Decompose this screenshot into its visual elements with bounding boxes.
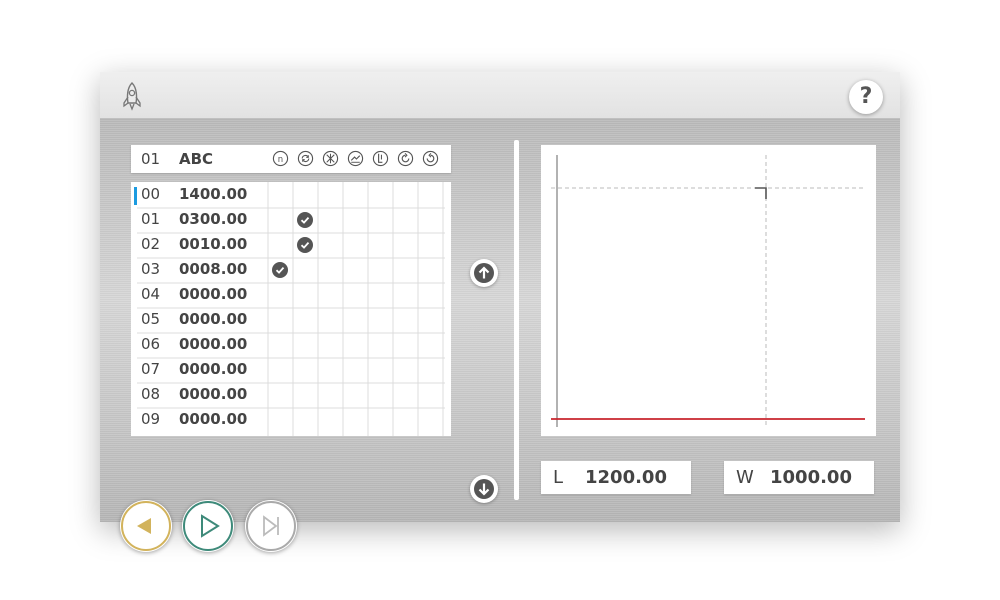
table-row[interactable]: 08 0000.00 <box>131 382 451 407</box>
table-row[interactable]: 02 0010.00 <box>131 232 451 257</box>
top-bar: ? <box>100 72 900 118</box>
table-row[interactable]: 00 1400.00 <box>131 182 451 207</box>
program-number: 01 <box>141 150 161 168</box>
cross-icon[interactable] <box>322 150 339 167</box>
bend-icon[interactable] <box>347 150 364 167</box>
step-table: 00 1400.00 01 0300.00 02 0010.00 03 0008… <box>131 182 451 436</box>
table-row[interactable]: 01 0300.00 <box>131 207 451 232</box>
rotate-icon[interactable] <box>297 150 314 167</box>
program-name: ABC <box>179 150 214 168</box>
step-forward-icon <box>246 501 296 551</box>
check-icon[interactable] <box>297 212 313 228</box>
back-icon <box>121 501 171 551</box>
table-row[interactable]: 03 0008.00 <box>131 257 451 282</box>
clamp-icon[interactable] <box>372 150 389 167</box>
step-value[interactable]: 0000.00 <box>179 335 247 353</box>
step-value[interactable]: 1400.00 <box>179 185 247 203</box>
arrow-down-icon <box>474 479 494 499</box>
step-id: 01 <box>141 210 161 228</box>
length-label: L <box>553 467 564 488</box>
step-id: 06 <box>141 335 161 353</box>
preview-canvas <box>541 145 876 436</box>
counterclockwise-icon[interactable] <box>422 150 439 167</box>
check-icon[interactable] <box>272 262 288 278</box>
selection-indicator <box>134 187 137 205</box>
length-field[interactable]: L 1200.00 <box>541 461 691 494</box>
rocket-icon[interactable] <box>120 81 144 115</box>
table-row[interactable]: 04 0000.00 <box>131 282 451 307</box>
table-row[interactable]: 05 0000.00 <box>131 307 451 332</box>
step-id: 09 <box>141 410 161 428</box>
preview-drawing <box>551 155 865 427</box>
step-value[interactable]: 0008.00 <box>179 260 247 278</box>
step-value[interactable]: 0000.00 <box>179 310 247 328</box>
step-value[interactable]: 0000.00 <box>179 360 247 378</box>
step-id: 03 <box>141 260 161 278</box>
step-value[interactable]: 0000.00 <box>179 410 247 428</box>
width-value[interactable]: 1000.00 <box>770 467 852 488</box>
play-icon <box>183 501 233 551</box>
main-area: 01 ABC n 00 1400.00 01 0300.00 02 0010.0… <box>100 118 900 552</box>
arrow-up-icon <box>474 263 494 283</box>
divider <box>514 140 519 500</box>
step-id: 05 <box>141 310 161 328</box>
width-label: W <box>736 467 754 488</box>
step-value[interactable]: 0300.00 <box>179 210 247 228</box>
n-icon[interactable]: n <box>272 150 289 167</box>
check-icon[interactable] <box>297 237 313 253</box>
table-row[interactable]: 06 0000.00 <box>131 332 451 357</box>
scroll-up-button[interactable] <box>470 259 498 287</box>
step-id: 04 <box>141 285 161 303</box>
clockwise-icon[interactable] <box>397 150 414 167</box>
length-value[interactable]: 1200.00 <box>585 467 667 488</box>
step-id: 07 <box>141 360 161 378</box>
step-value[interactable]: 0000.00 <box>179 285 247 303</box>
play-button[interactable] <box>182 500 234 552</box>
help-button[interactable]: ? <box>849 80 883 114</box>
step-value[interactable]: 0000.00 <box>179 385 247 403</box>
back-button[interactable] <box>120 500 172 552</box>
step-id: 00 <box>141 185 161 203</box>
scroll-down-button[interactable] <box>470 475 498 503</box>
table-row[interactable]: 09 0000.00 <box>131 407 451 432</box>
program-header[interactable]: 01 ABC n <box>131 145 451 173</box>
step-value[interactable]: 0010.00 <box>179 235 247 253</box>
app-window: ? 01 ABC n 00 1400.00 01 0300.00 02 0010… <box>100 72 900 552</box>
step-forward-button[interactable] <box>245 500 297 552</box>
width-field[interactable]: W 1000.00 <box>724 461 874 494</box>
step-id: 08 <box>141 385 161 403</box>
step-id: 02 <box>141 235 161 253</box>
svg-text:n: n <box>278 155 283 165</box>
table-row[interactable]: 07 0000.00 <box>131 357 451 382</box>
